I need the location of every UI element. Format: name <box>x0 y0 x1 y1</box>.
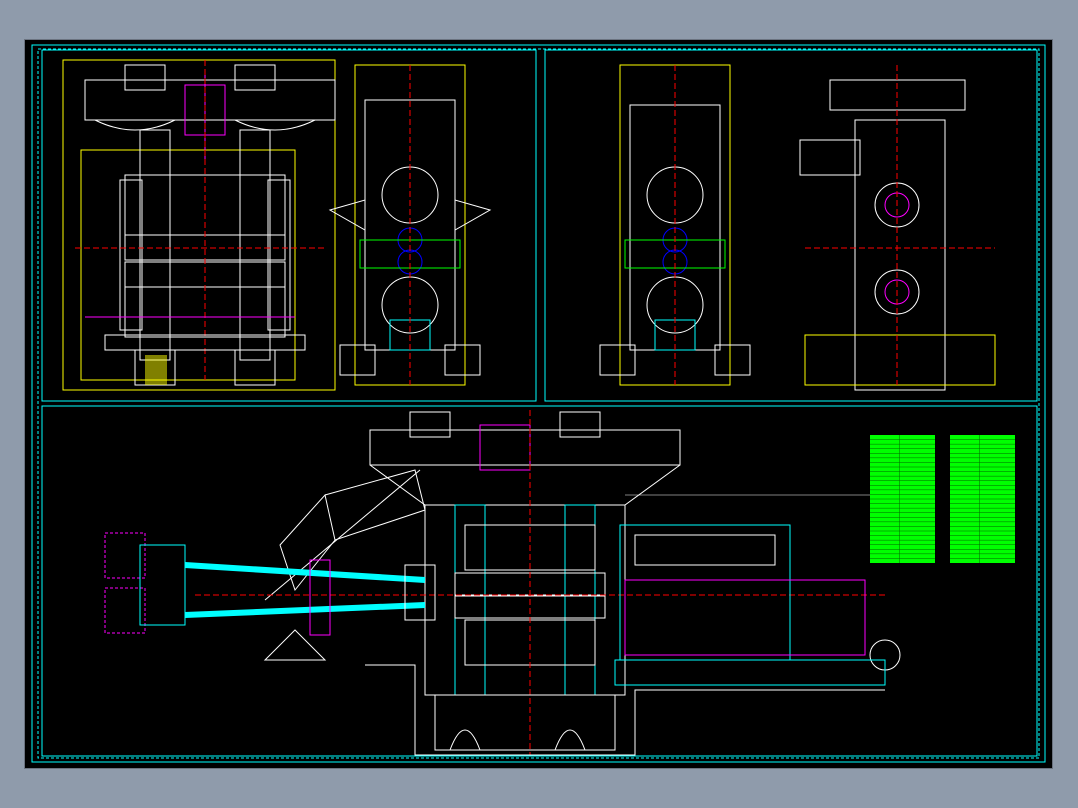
main-top-frame <box>369 429 681 466</box>
foundation-arch-right <box>554 729 586 751</box>
end-view-dim-box <box>804 334 996 386</box>
dimension-outline <box>62 59 336 391</box>
foundation-hatch <box>145 355 167 385</box>
main-cylinder-right <box>559 411 601 438</box>
cad-drawing-canvas <box>31 44 1046 763</box>
spindle-carrier <box>404 564 436 621</box>
roll-change-roll-top <box>634 534 776 566</box>
end-view-motor <box>799 139 861 176</box>
drive-coupling-lower <box>104 587 146 634</box>
drive-coupling-upper <box>104 532 146 579</box>
cylinder-left <box>124 64 166 91</box>
panel-top-right <box>544 49 1038 402</box>
drawing-borders <box>31 44 1046 763</box>
foundation-arch-left <box>449 729 481 751</box>
main-post-right <box>564 504 596 696</box>
end-elevation-view <box>799 65 996 391</box>
mill-foundation <box>434 694 616 751</box>
bearing-chock-left <box>119 179 143 331</box>
top-crossbeam <box>84 79 336 121</box>
main-top-frame-taper <box>369 464 681 506</box>
side-bracket-right <box>454 199 492 231</box>
bearing-chock-right <box>267 179 291 331</box>
cad-drawing-frame <box>25 40 1052 768</box>
end-view-housing <box>854 119 946 391</box>
main-assembly-view <box>104 410 901 756</box>
work-roll-circle-2b <box>662 249 688 275</box>
spindle-lower <box>184 602 426 618</box>
inner-border <box>37 48 1040 759</box>
pinion-stand <box>139 544 186 626</box>
main-post-left <box>454 504 486 696</box>
work-roll-bottom <box>124 261 286 288</box>
side-elevation-view-1 <box>328 64 492 386</box>
roll-change-frame <box>619 524 791 661</box>
main-hydraulic-block <box>479 424 531 471</box>
dimension-outline-inner <box>80 149 296 381</box>
front-elevation-view <box>62 59 336 391</box>
main-cylinder-left <box>409 411 451 438</box>
parts-table-group <box>870 435 1015 563</box>
side-elevation-view-2 <box>599 64 751 386</box>
roll-change-mechanism <box>624 579 866 656</box>
housing-right <box>239 129 271 361</box>
outer-border <box>31 44 1046 763</box>
roll-change-rail <box>614 659 886 686</box>
cylinder-right <box>234 64 276 91</box>
housing-left <box>139 129 171 361</box>
work-roll-circle-bottom <box>397 249 423 275</box>
